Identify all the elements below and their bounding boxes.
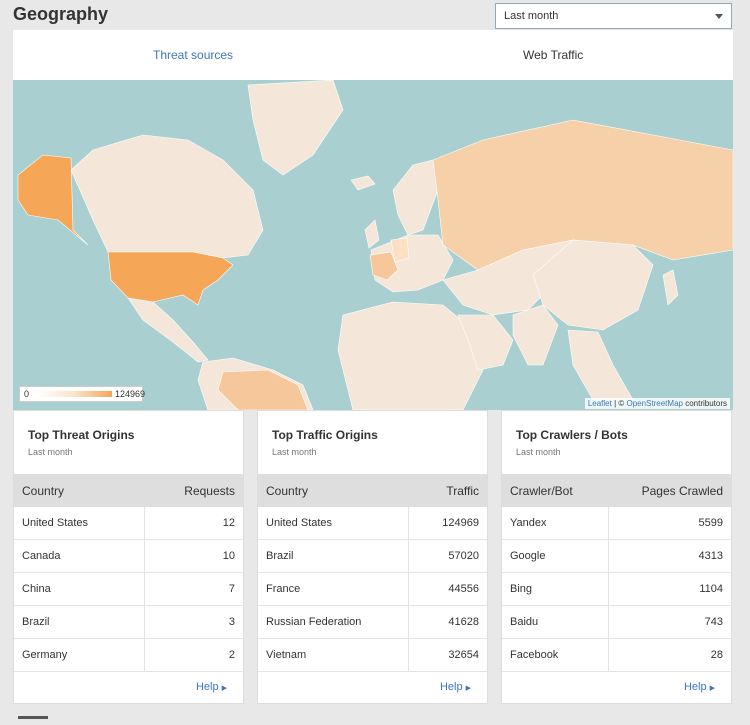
col-header-pages-crawled[interactable]: Pages Crawled <box>642 484 723 498</box>
card-top-threat-origins: Top Threat Origins Last month Country Re… <box>13 410 244 704</box>
table-row: Yandex 5599 <box>502 507 731 540</box>
card-title: Top Crawlers / Bots <box>516 428 628 442</box>
table-row: Bing 1104 <box>502 573 731 606</box>
table-header: Crawler/Bot Pages Crawled <box>502 474 731 507</box>
card-title: Top Threat Origins <box>28 428 135 442</box>
leaflet-link[interactable]: Leaflet <box>588 399 612 408</box>
openstreetmap-link[interactable]: OpenStreetMap <box>626 399 682 408</box>
col-header-traffic[interactable]: Traffic <box>446 484 479 498</box>
card-title: Top Traffic Origins <box>272 428 378 442</box>
map-attribution: Leaflet | © OpenStreetMap contributors <box>584 398 730 409</box>
card-subtitle: Last month <box>516 447 561 457</box>
table-header: Country Requests <box>14 474 243 507</box>
help-link[interactable]: Help ▶ <box>196 681 227 693</box>
table-row: Facebook 28 <box>502 639 731 672</box>
date-range-value: Last month <box>504 10 559 22</box>
help-link[interactable]: Help ▶ <box>684 681 715 693</box>
table-row: China 7 <box>14 573 243 606</box>
table-row: United States 124969 <box>258 507 487 540</box>
table-row: Baidu 743 <box>502 606 731 639</box>
col-header-country[interactable]: Country <box>22 484 64 498</box>
table-row: Canada 10 <box>14 540 243 573</box>
card-top-traffic-origins: Top Traffic Origins Last month Country T… <box>257 410 488 704</box>
col-header-country[interactable]: Country <box>266 484 308 498</box>
next-section-fragment <box>18 716 48 719</box>
table-row: Russian Federation 41628 <box>258 606 487 639</box>
attribution-sep: | © <box>611 399 627 408</box>
tab-threat-sources[interactable]: Threat sources <box>153 48 233 62</box>
table-row: France 44556 <box>258 573 487 606</box>
table-row: Brazil 3 <box>14 606 243 639</box>
col-header-requests[interactable]: Requests <box>184 484 235 498</box>
card-top-crawlers-bots: Top Crawlers / Bots Last month Crawler/B… <box>501 410 732 704</box>
page-title: Geography <box>13 4 109 24</box>
caret-right-icon: ▶ <box>465 685 471 692</box>
table-row: United States 12 <box>14 507 243 540</box>
legend-gradient <box>36 391 112 397</box>
chevron-down-icon <box>715 14 723 19</box>
attribution-tail: contributors <box>682 399 727 408</box>
card-subtitle: Last month <box>272 447 317 457</box>
map-legend: 0 124969 <box>19 386 146 402</box>
table-row: Vietnam 32654 <box>258 639 487 672</box>
map-canvas <box>13 80 733 410</box>
date-range-select[interactable]: Last month <box>495 3 732 29</box>
world-map[interactable]: 0 124969 Leaflet | © OpenStreetMap contr… <box>13 80 733 410</box>
card-subtitle: Last month <box>28 447 73 457</box>
legend-min: 0 <box>24 389 30 399</box>
col-header-crawler[interactable]: Crawler/Bot <box>510 484 573 498</box>
caret-right-icon: ▶ <box>709 685 715 692</box>
table-row: Germany 2 <box>14 639 243 672</box>
tab-web-traffic[interactable]: Web Traffic <box>523 48 583 62</box>
help-link[interactable]: Help ▶ <box>440 681 471 693</box>
table-row: Brazil 57020 <box>258 540 487 573</box>
table-header: Country Traffic <box>258 474 487 507</box>
table-row: Google 4313 <box>502 540 731 573</box>
legend-max: 124969 <box>115 389 146 399</box>
caret-right-icon: ▶ <box>221 685 227 692</box>
geography-panel: Threat sources Web Traffic 0 124969 Leaf… <box>13 30 733 410</box>
